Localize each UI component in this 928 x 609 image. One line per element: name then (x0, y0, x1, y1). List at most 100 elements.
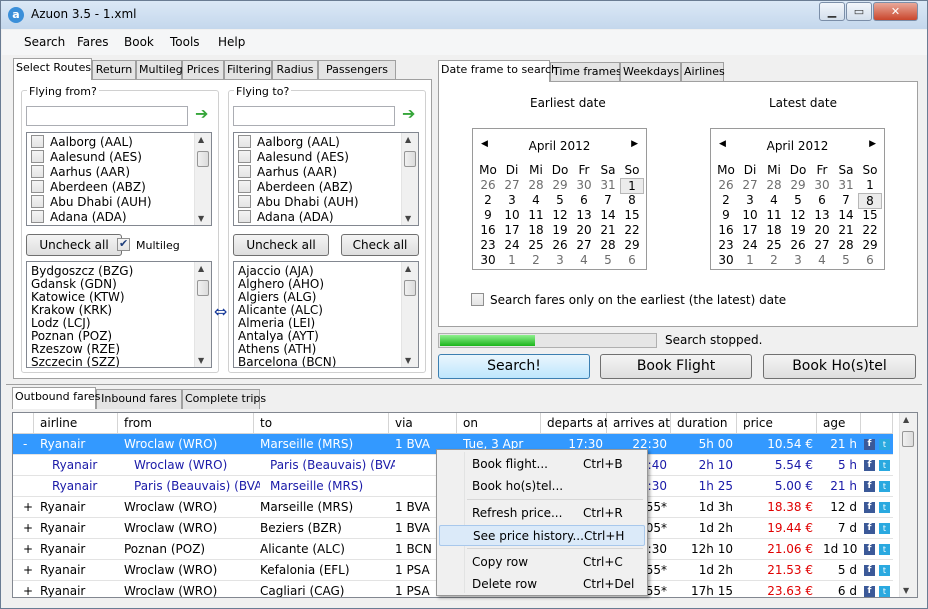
latest-day[interactable]: 19 (786, 223, 810, 237)
earliest-day[interactable]: 29 (620, 238, 644, 252)
from-uncheck-all-button[interactable]: Uncheck all (26, 234, 122, 256)
latest-day[interactable]: 2 (714, 193, 738, 207)
to-uncheck-all-button[interactable]: Uncheck all (233, 234, 329, 256)
grid-scrollbar[interactable]: ▲ ▼ (899, 413, 917, 597)
checkbox[interactable] (238, 150, 251, 163)
earliest-day[interactable]: 31 (596, 178, 620, 192)
context-menu-item[interactable]: Delete row Ctrl+Del (439, 574, 645, 595)
latest-day[interactable]: 11 (762, 208, 786, 222)
scroll-up-icon[interactable]: ▲ (405, 264, 411, 273)
book-hostel-button[interactable]: Book Ho(s)tel (763, 354, 916, 379)
list-item[interactable]: Gdansk (GDN) (31, 277, 117, 291)
latest-day[interactable]: 29 (786, 178, 810, 192)
close-button[interactable]: ✕ (873, 2, 918, 21)
facebook-share-icon[interactable]: f (864, 502, 875, 513)
scroll-down-icon[interactable]: ▼ (405, 356, 411, 365)
earliest-day[interactable]: 8 (620, 193, 644, 207)
tab-airlines[interactable]: Airlines (681, 62, 725, 82)
earliest-day[interactable]: 4 (572, 253, 596, 267)
expand-toggle[interactable] (23, 455, 33, 476)
earliest-day[interactable]: 12 (548, 208, 572, 222)
earliest-day[interactable]: 22 (620, 223, 644, 237)
latest-day[interactable]: 7 (834, 193, 858, 207)
checkbox[interactable] (238, 165, 251, 178)
search-button[interactable]: Search! (438, 354, 590, 379)
only-earliest-date-checkbox[interactable] (471, 293, 484, 306)
arrow-right-icon[interactable]: ➔ (402, 104, 415, 123)
earliest-day[interactable]: 2 (524, 253, 548, 267)
book-flight-button[interactable]: Book Flight (600, 354, 752, 379)
tab-select-routes[interactable]: Select Routes (13, 58, 92, 80)
earliest-day[interactable]: 3 (548, 253, 572, 267)
latest-day[interactable]: 26 (714, 178, 738, 192)
latest-day[interactable]: 30 (714, 253, 738, 267)
column-header-duration[interactable]: duration (671, 413, 737, 434)
tab-time-frames[interactable]: Time frames (550, 62, 622, 82)
latest-day[interactable]: 27 (738, 178, 762, 192)
checkbox[interactable] (31, 135, 44, 148)
scrollbar[interactable]: ▲ ▼ (401, 262, 418, 367)
menu-help[interactable]: Help (218, 35, 245, 49)
context-menu-item[interactable]: Refresh price... Ctrl+R (439, 503, 645, 524)
expand-toggle[interactable]: + (23, 518, 33, 539)
earliest-day[interactable]: 29 (548, 178, 572, 192)
latest-day[interactable]: 24 (738, 238, 762, 252)
list-item[interactable]: Aberdeen (ABZ) (238, 180, 353, 194)
next-month-icon[interactable]: ▶ (631, 139, 638, 149)
scroll-up-icon[interactable]: ▲ (903, 415, 909, 424)
checkbox[interactable] (238, 210, 251, 223)
latest-day[interactable]: 9 (714, 208, 738, 222)
list-item[interactable]: Algiers (ALG) (238, 290, 316, 304)
latest-day[interactable]: 16 (714, 223, 738, 237)
column-header-via[interactable]: via (389, 413, 457, 434)
latest-day[interactable]: 13 (810, 208, 834, 222)
context-menu-item[interactable]: See price history... Ctrl+H (439, 525, 645, 546)
scroll-up-icon[interactable]: ▲ (198, 264, 204, 273)
list-item[interactable]: Abu Dhabi (AUH) (31, 195, 152, 209)
earliest-day[interactable]: 9 (476, 208, 500, 222)
earliest-day[interactable]: 21 (596, 223, 620, 237)
from-airport-list[interactable]: Aalborg (AAL) Aalesund (AES) Aarhus (AAR… (26, 132, 212, 226)
latest-day[interactable]: 1 (858, 178, 882, 192)
scroll-down-icon[interactable]: ▼ (198, 356, 204, 365)
checkbox[interactable] (238, 195, 251, 208)
list-item[interactable]: Almeria (LEI) (238, 316, 315, 330)
list-item[interactable]: Krakow (KRK) (31, 303, 112, 317)
expand-toggle[interactable]: + (23, 497, 33, 518)
latest-day[interactable]: 27 (810, 238, 834, 252)
column-header-on[interactable]: on (457, 413, 541, 434)
scrollbar[interactable]: ▲ ▼ (194, 262, 211, 367)
latest-day[interactable]: 3 (786, 253, 810, 267)
from-selected-list[interactable]: Bydgoszcz (BZG) Gdansk (GDN) Katowice (K… (26, 261, 212, 368)
facebook-share-icon[interactable]: f (864, 586, 875, 597)
list-item[interactable]: Szczecin (SZZ) (31, 355, 120, 367)
tab-passengers[interactable]: Passengers (318, 60, 396, 80)
tab-outbound-fares[interactable]: Outbound fares (12, 387, 100, 409)
latest-day[interactable]: 20 (810, 223, 834, 237)
list-item[interactable]: Adana (ADA) (31, 210, 127, 224)
list-item[interactable]: Athens (ATH) (238, 342, 316, 356)
twitter-share-icon[interactable]: t (879, 565, 890, 576)
checkbox[interactable] (238, 180, 251, 193)
earliest-day[interactable]: 26 (548, 238, 572, 252)
latest-day[interactable]: 23 (714, 238, 738, 252)
checkbox[interactable] (31, 210, 44, 223)
latest-day[interactable]: 28 (834, 238, 858, 252)
column-header-to[interactable]: to (254, 413, 389, 434)
checkbox[interactable] (238, 135, 251, 148)
latest-day[interactable]: 14 (834, 208, 858, 222)
earliest-day[interactable]: 14 (596, 208, 620, 222)
scrollbar[interactable]: ▲ ▼ (194, 133, 211, 225)
earliest-day[interactable]: 5 (548, 193, 572, 207)
earliest-day[interactable]: 30 (572, 178, 596, 192)
list-item[interactable]: Katowice (KTW) (31, 290, 125, 304)
context-menu-item[interactable]: Book flight... Ctrl+B (439, 454, 645, 475)
latest-day[interactable]: 31 (834, 178, 858, 192)
list-item[interactable]: Barcelona (BCN) (238, 355, 336, 367)
checkbox[interactable] (31, 195, 44, 208)
menu-book[interactable]: Book (124, 35, 154, 49)
column-header-arrives[interactable]: arrives at (607, 413, 671, 434)
expand-toggle[interactable]: - (23, 434, 33, 455)
context-menu-item[interactable]: Copy row Ctrl+C (439, 552, 645, 573)
earliest-day[interactable]: 27 (572, 238, 596, 252)
